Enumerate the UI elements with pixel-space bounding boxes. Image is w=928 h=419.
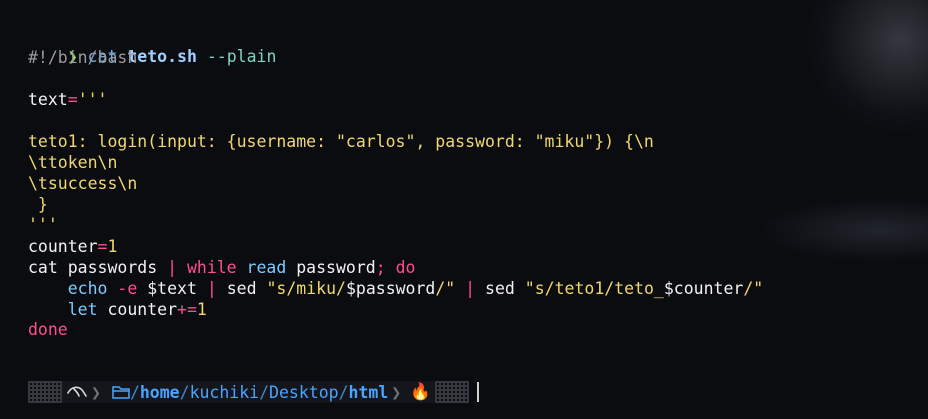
counter-var: counter xyxy=(28,237,98,256)
echo-builtin: echo xyxy=(67,279,108,298)
terminal-cursor xyxy=(477,382,479,402)
text-var: text xyxy=(28,90,68,109)
prompt-statusbar: ❯ / home / kuchiki / Desktop / html ❯ 🔥 xyxy=(28,380,469,404)
statusbar-separator-2: ❯ xyxy=(391,382,402,402)
while-keyword: while xyxy=(177,258,237,277)
do-keyword: do xyxy=(385,258,416,277)
command-argument: teto.sh xyxy=(127,47,197,66)
statusbar-dither-right xyxy=(434,381,469,403)
path-slash-3: / xyxy=(338,382,349,402)
let-op: += xyxy=(177,300,197,319)
sed1-str-b: /" xyxy=(435,279,456,298)
sed2-counter-var: $counter xyxy=(663,279,744,298)
path-home: home xyxy=(139,382,180,402)
sed2-str-b: /" xyxy=(743,279,764,298)
path-html: html xyxy=(348,382,389,402)
sed1-password-var: $password xyxy=(345,279,436,298)
path-segment: / home / kuchiki / Desktop / html ❯ 🔥 xyxy=(107,381,435,403)
fire-icon: 🔥 xyxy=(410,382,431,401)
sed-1: sed xyxy=(216,279,267,298)
let-indent xyxy=(28,300,68,319)
teto1-line: teto1: login(input: {username: "carlos",… xyxy=(28,132,654,151)
sed1-str-a: "s/miku/ xyxy=(266,279,346,298)
text-assign-line: text=''' xyxy=(28,90,108,110)
path-root: / xyxy=(129,382,140,402)
let-val: 1 xyxy=(196,300,207,319)
echo-text-var: $text xyxy=(137,279,207,298)
let-builtin: let xyxy=(67,300,98,319)
text-open-quote: ''' xyxy=(77,90,108,109)
path-desktop: Desktop xyxy=(269,382,339,402)
os-logo-segment: ❯ xyxy=(62,381,108,403)
cat-passwords: cat passwords xyxy=(28,258,168,277)
success-line: \tsuccess\n xyxy=(28,174,138,193)
done-keyword: done xyxy=(28,320,68,339)
counter-eq: = xyxy=(97,237,108,256)
close-brace-line: } xyxy=(28,195,48,214)
password-var: password xyxy=(286,258,376,277)
counter-assign-line: counter=1 xyxy=(28,237,117,257)
sed-2: sed xyxy=(485,279,525,298)
loop-semicolon: ; xyxy=(375,258,386,277)
text-eq: = xyxy=(67,90,78,109)
read-builtin: read xyxy=(236,258,287,277)
terminal-window[interactable]: ❯ cat teto.sh --plain #!/bin/bash text='… xyxy=(0,0,928,419)
shebang-line: #!/bin/bash xyxy=(28,48,138,67)
kali-dragon-icon xyxy=(67,386,87,397)
loop-pipe: | xyxy=(167,258,178,277)
statusbar-dither-left xyxy=(28,381,62,403)
echo-pipe-1: | xyxy=(206,279,217,298)
echo-flag: -e xyxy=(107,279,138,298)
echo-pipe-2: | xyxy=(455,279,486,298)
path-slash-2: / xyxy=(259,382,270,402)
text-close-quote: ''' xyxy=(28,215,58,234)
while-loop-line: cat passwords | while read password; do xyxy=(28,258,415,278)
let-line: let counter+=1 xyxy=(28,300,207,320)
token-line: \ttoken\n xyxy=(28,153,118,172)
folder-icon xyxy=(112,386,130,399)
sed2-str-a: "s/teto1/teto_ xyxy=(524,279,664,298)
command-flag: --plain xyxy=(206,47,277,66)
echo-line: echo -e $text | sed "s/miku/$password/" … xyxy=(28,279,763,299)
echo-indent xyxy=(28,279,68,298)
counter-val: 1 xyxy=(107,237,118,256)
let-counter-var: counter xyxy=(97,300,178,319)
statusbar-separator-1: ❯ xyxy=(91,382,101,402)
path-slash-1: / xyxy=(179,382,190,402)
path-user: kuchiki xyxy=(189,382,260,402)
